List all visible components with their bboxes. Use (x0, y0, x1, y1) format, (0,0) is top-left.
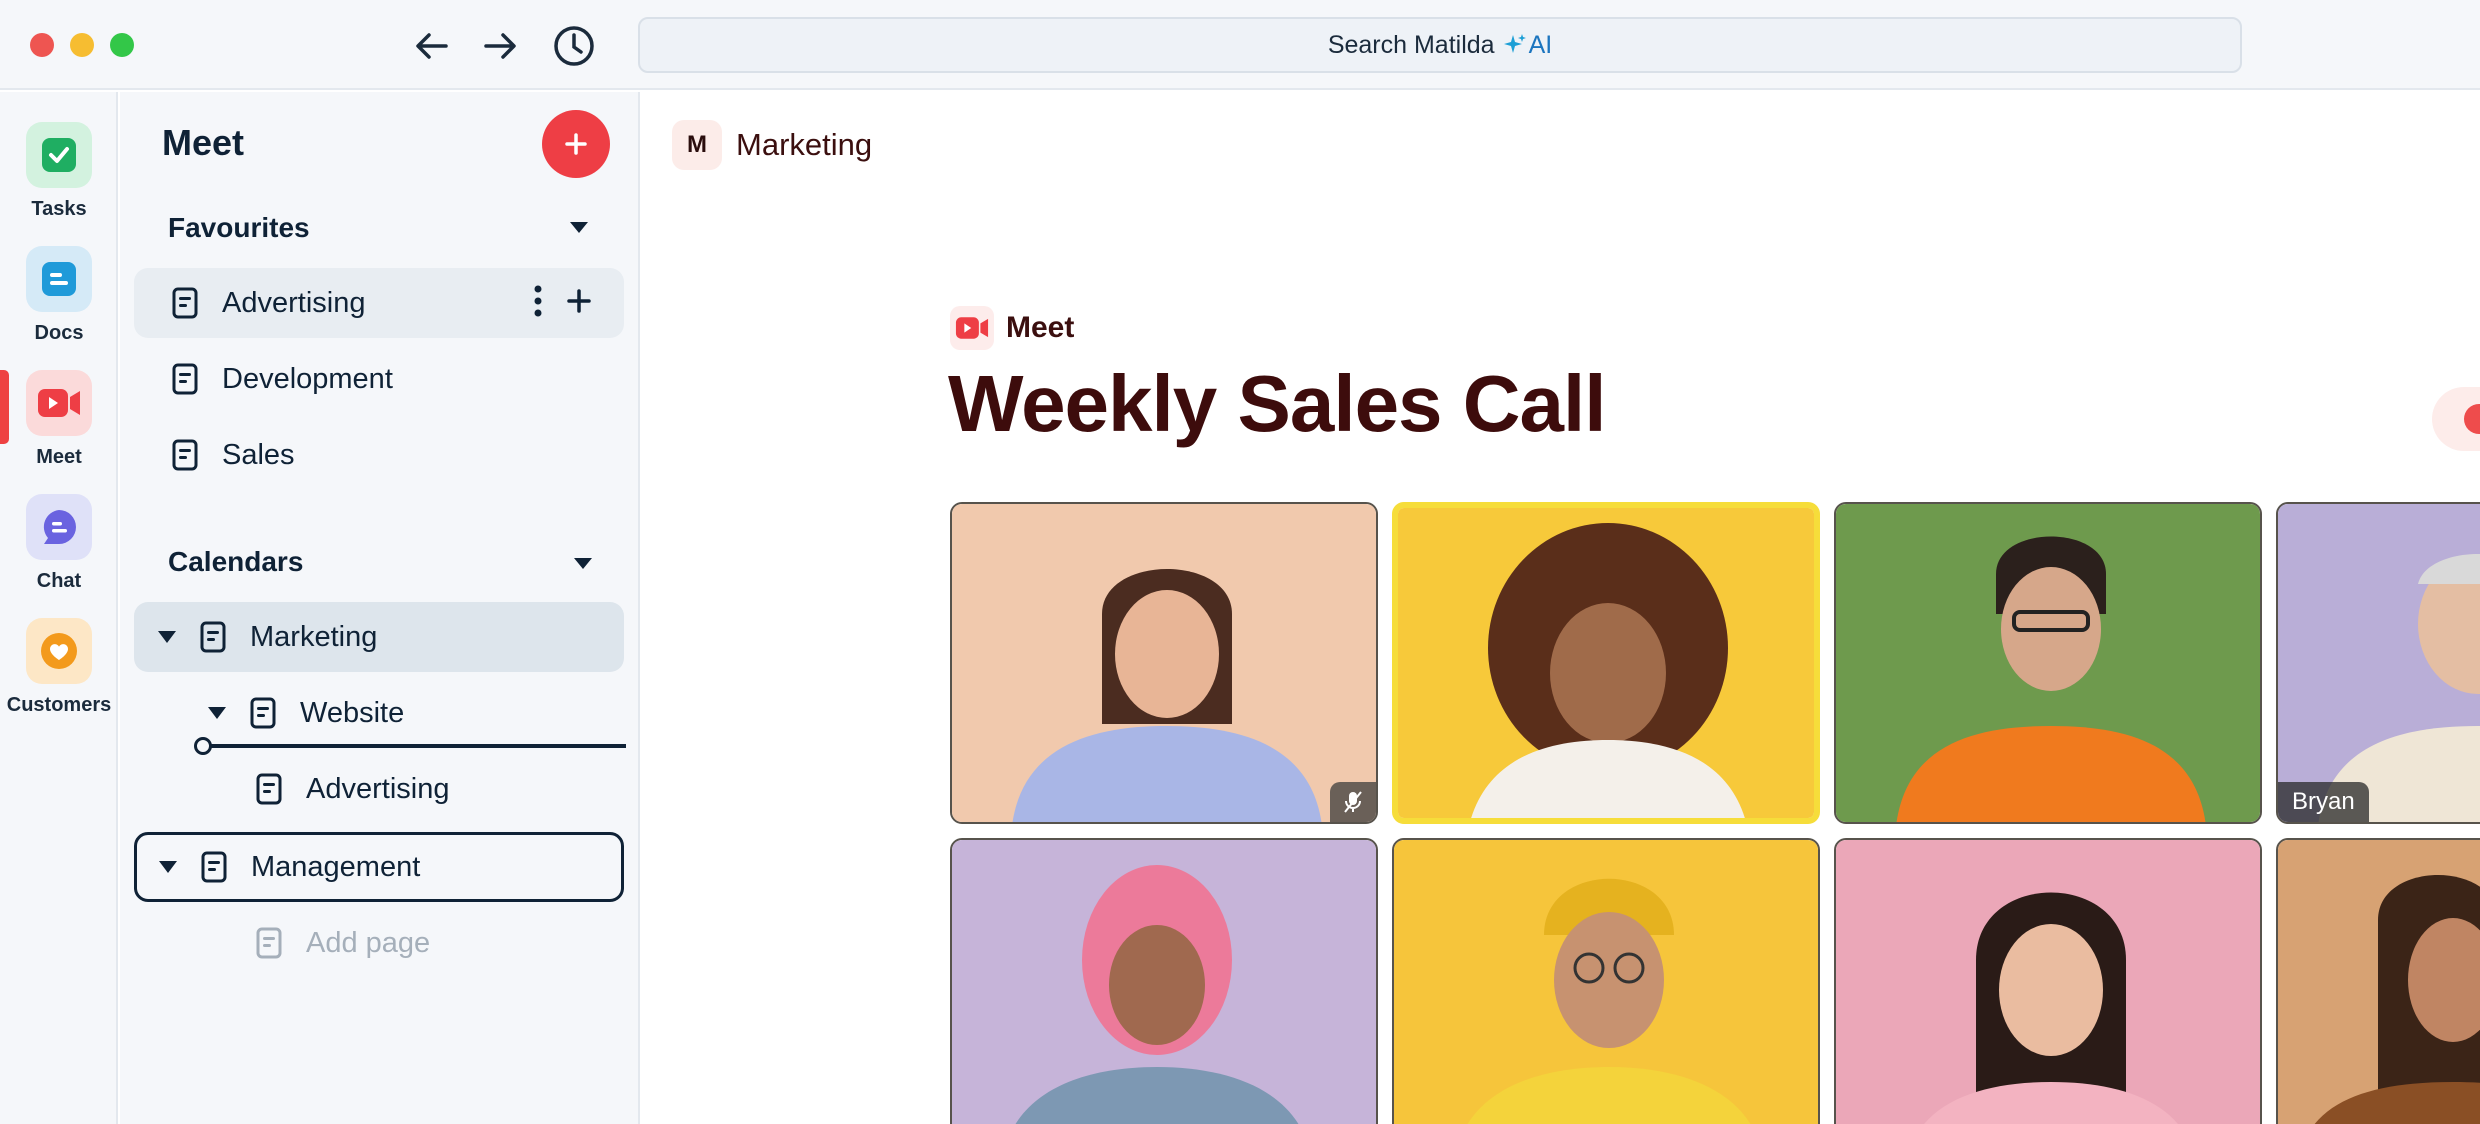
favourite-item-label: Development (222, 362, 393, 395)
tasks-icon (26, 122, 92, 188)
calendars-collapse-toggle[interactable] (574, 558, 592, 569)
history-button[interactable] (552, 24, 596, 68)
more-options-icon[interactable] (534, 285, 542, 317)
calendar-item-label: Management (251, 850, 421, 883)
add-page-label: Add page (306, 926, 431, 959)
participant-tile[interactable]: Bryan (2276, 502, 2480, 824)
maximize-window-button[interactable] (110, 33, 134, 57)
participant-video (1836, 504, 2260, 822)
ai-label: AI (1528, 30, 1553, 59)
participant-video (952, 840, 1376, 1124)
calendar-item-advertising[interactable]: Advertising (134, 754, 624, 824)
close-window-button[interactable] (30, 33, 54, 57)
clock-icon (554, 26, 594, 66)
rail-item-customers[interactable]: Customers (0, 618, 118, 717)
favourite-item-sales[interactable]: Sales (134, 420, 624, 490)
favourite-item-development[interactable]: Development (134, 344, 624, 414)
forward-button[interactable] (478, 24, 522, 68)
workspace-badge: M (672, 120, 722, 170)
document-icon (172, 287, 198, 319)
arrow-left-icon (416, 33, 448, 59)
favourite-item-label: Sales (222, 438, 295, 471)
calendar-item-label: Marketing (250, 620, 378, 653)
document-icon (256, 927, 282, 959)
participant-video (1836, 840, 2260, 1124)
app-tag: Meet (950, 306, 1074, 350)
calendar-item-marketing[interactable]: Marketing (134, 602, 624, 672)
rail-label-meet: Meet (36, 446, 82, 468)
meet-icon (26, 370, 92, 436)
back-button[interactable] (410, 24, 454, 68)
rail-item-tasks[interactable]: Tasks (0, 122, 118, 221)
participant-tile-speaking[interactable] (1392, 502, 1820, 824)
breadcrumb-label: Marketing (736, 127, 873, 162)
drop-indicator-line (200, 744, 626, 748)
new-meeting-button[interactable] (542, 110, 610, 178)
participant-video (1398, 508, 1814, 818)
docs-icon (26, 246, 92, 312)
sparkle-icon (1503, 34, 1526, 53)
drop-indicator-handle (194, 737, 212, 755)
expand-caret-icon[interactable] (158, 631, 176, 643)
rail-label-customers: Customers (6, 694, 112, 716)
participant-video (2278, 504, 2480, 822)
document-icon (172, 439, 198, 471)
arrow-right-icon (484, 33, 516, 59)
plus-icon (565, 133, 587, 155)
document-icon (172, 363, 198, 395)
calendars-heading: Calendars (168, 546, 304, 577)
participant-tile[interactable] (1834, 838, 2262, 1124)
favourite-item-advertising[interactable]: Advertising (134, 268, 624, 338)
title-bar: Search Matilda AI (0, 0, 2480, 90)
add-page-button[interactable]: Add page (134, 908, 624, 978)
rail-item-meet[interactable]: Meet (0, 370, 118, 469)
participant-video (1394, 840, 1818, 1124)
participant-tile[interactable] (2276, 838, 2480, 1124)
row-actions (534, 285, 592, 317)
sidebar-title: Meet (162, 122, 245, 163)
main-content: M Marketing Meet Weekly Sales Call Bryan (642, 92, 2480, 1124)
customers-icon (26, 618, 92, 684)
document-icon (250, 697, 276, 729)
favourite-item-label: Advertising (222, 286, 366, 319)
mic-off-icon (1344, 791, 1362, 813)
calendar-item-label: Website (300, 696, 405, 729)
rail-item-chat[interactable]: Chat (0, 494, 118, 593)
minimize-window-button[interactable] (70, 33, 94, 57)
document-icon (201, 851, 227, 883)
search-placeholder: Search Matilda (1327, 30, 1495, 59)
expand-caret-icon[interactable] (159, 861, 177, 873)
rail-label-docs: Docs (34, 322, 84, 344)
rail-item-docs[interactable]: Docs (0, 246, 118, 345)
add-subpage-icon[interactable] (566, 288, 592, 314)
participant-tile[interactable] (950, 502, 1378, 824)
search-bar[interactable]: Search Matilda AI (638, 17, 2242, 73)
muted-indicator (1330, 782, 1376, 822)
expand-caret-icon[interactable] (208, 707, 226, 719)
participant-tile[interactable] (950, 838, 1378, 1124)
participant-video (2278, 840, 2480, 1124)
favourites-heading: Favourites (168, 212, 310, 243)
rail-label-tasks: Tasks (31, 198, 87, 220)
page-title: Weekly Sales Call (948, 359, 1606, 448)
calendar-item-label: Advertising (306, 772, 450, 805)
breadcrumb[interactable]: M Marketing (672, 120, 872, 170)
chat-icon (26, 494, 92, 560)
app-rail: Tasks Docs Meet Chat Customers (0, 92, 118, 1124)
rail-label-chat: Chat (36, 570, 82, 592)
ai-badge: AI (1503, 30, 1553, 60)
participant-name: Bryan (2278, 782, 2369, 822)
document-icon (256, 773, 282, 805)
document-icon (200, 621, 226, 653)
meet-icon (950, 306, 994, 350)
participant-tile[interactable] (1834, 502, 2262, 824)
meet-sidebar: Meet Favourites Advertising Development … (120, 92, 640, 1124)
app-tag-label: Meet (1006, 311, 1075, 344)
participant-tile[interactable] (1392, 838, 1820, 1124)
participant-video (952, 504, 1376, 822)
favourites-collapse-toggle[interactable] (570, 222, 588, 233)
calendar-item-management[interactable]: Management (134, 832, 624, 902)
